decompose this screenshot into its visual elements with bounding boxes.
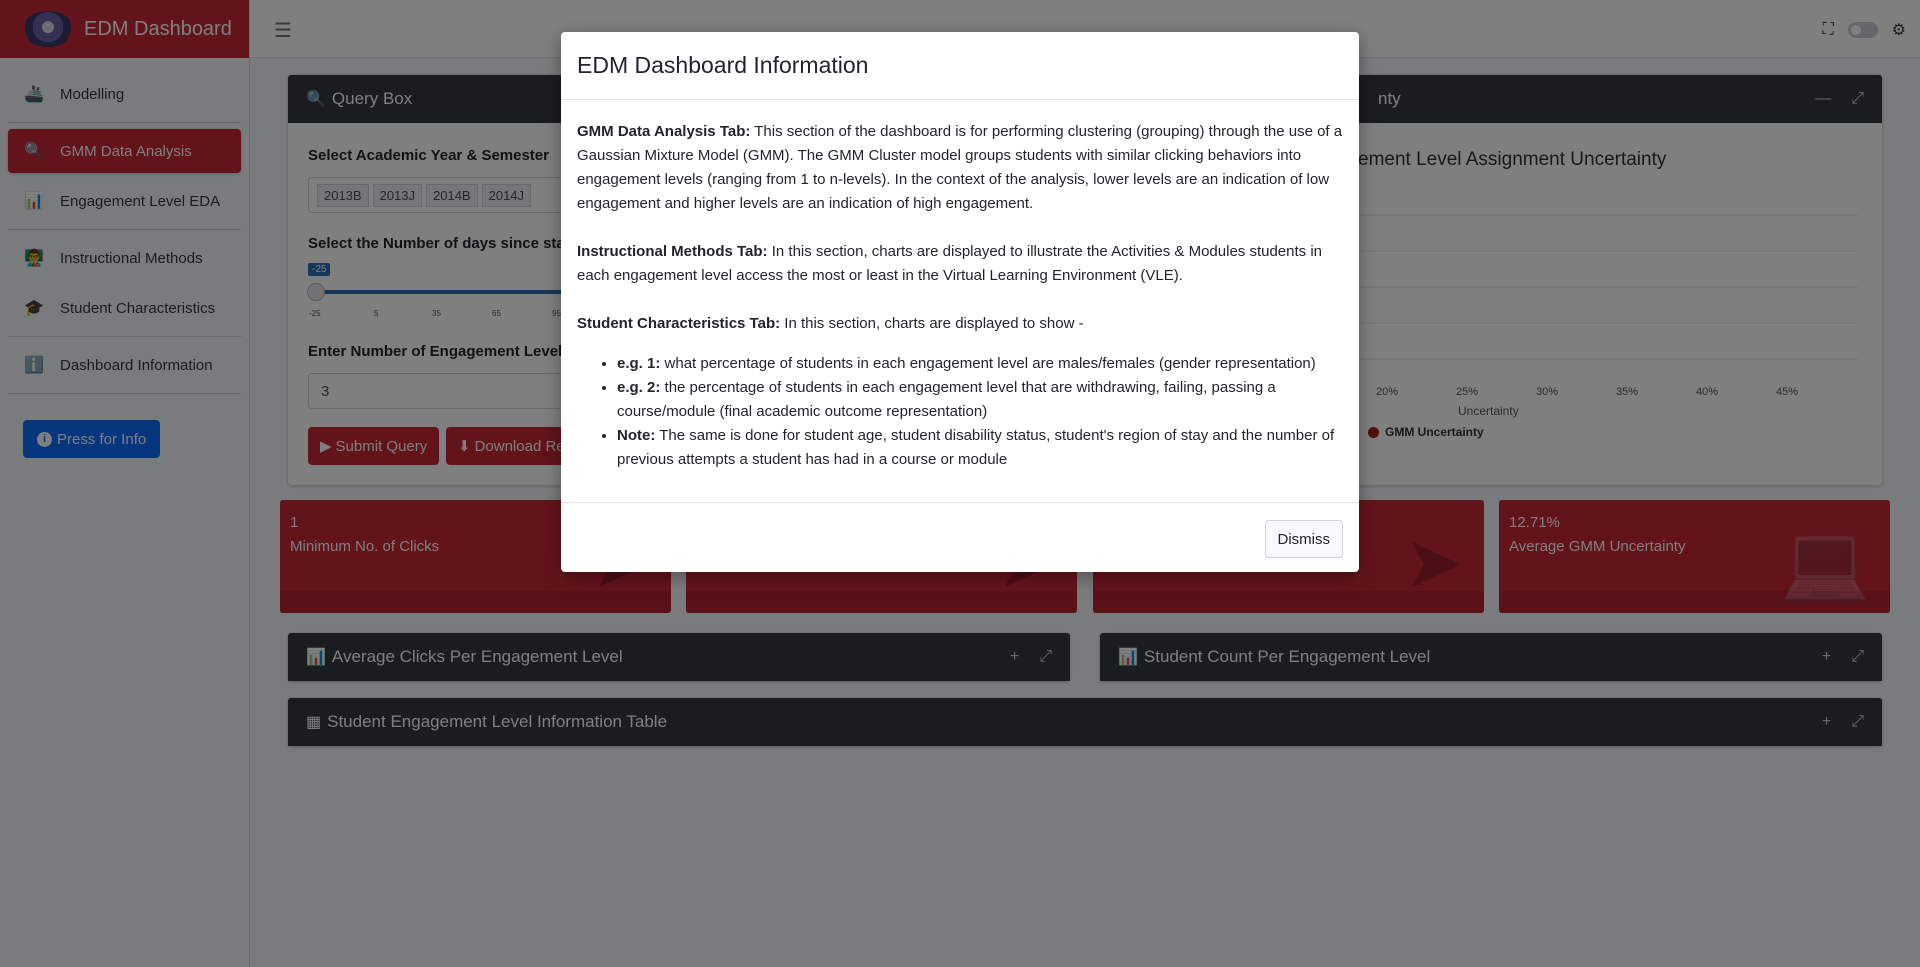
modal-title: EDM Dashboard Information [561, 32, 1359, 100]
instructional-tab-heading: Instructional Methods Tab: [577, 243, 768, 260]
characteristics-tab-description: Student Characteristics Tab: In this sec… [577, 312, 1343, 336]
instructional-tab-description: Instructional Methods Tab: In this secti… [577, 240, 1343, 288]
eg1-heading: e.g. 1: [617, 355, 661, 372]
list-item: e.g. 1: what percentage of students in e… [617, 352, 1343, 376]
eg1-text: what percentage of students in each enga… [660, 355, 1316, 372]
gmm-tab-heading: GMM Data Analysis Tab: [577, 123, 751, 140]
modal-body: GMM Data Analysis Tab: This section of t… [561, 100, 1359, 472]
list-item: e.g. 2: the percentage of students in ea… [617, 376, 1343, 424]
dismiss-button[interactable]: Dismiss [1264, 520, 1343, 558]
list-item: Note: The same is done for student age, … [617, 424, 1343, 472]
examples-list: e.g. 1: what percentage of students in e… [617, 352, 1343, 472]
gmm-tab-description: GMM Data Analysis Tab: This section of t… [577, 120, 1343, 216]
note-heading: Note: [617, 427, 656, 444]
eg2-text: the percentage of students in each engag… [617, 379, 1276, 420]
characteristics-tab-text: In this section, charts are displayed to… [780, 315, 1084, 332]
characteristics-tab-heading: Student Characteristics Tab: [577, 315, 781, 332]
info-modal: EDM Dashboard Information GMM Data Analy… [561, 32, 1359, 572]
modal-footer: Dismiss [561, 502, 1359, 572]
eg2-heading: e.g. 2: [617, 379, 661, 396]
note-text: The same is done for student age, studen… [617, 427, 1335, 468]
